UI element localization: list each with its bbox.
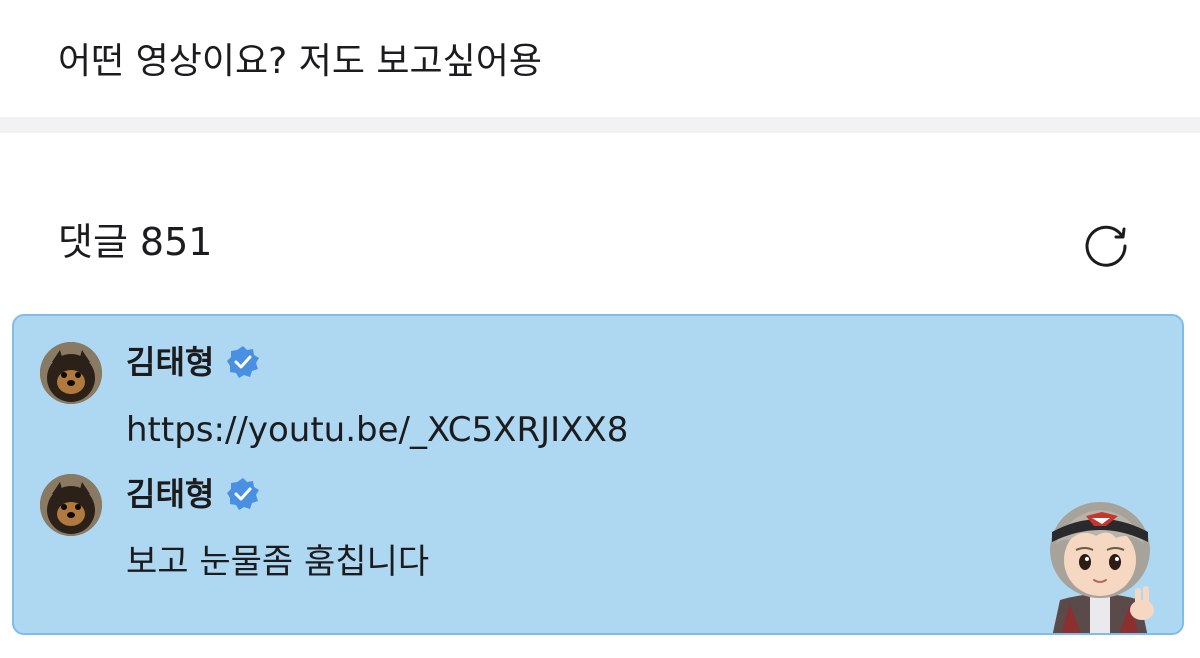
character-sticker — [1030, 492, 1170, 633]
verified-badge-icon — [227, 478, 260, 510]
comment-author[interactable]: 김태형 — [126, 340, 260, 384]
post-text: 어떤 영상이요? 저도 보고싶어용 — [58, 41, 542, 82]
comment-author[interactable]: 김태형 — [126, 472, 260, 516]
avatar[interactable] — [40, 342, 102, 404]
comments-label: 댓글 — [58, 220, 128, 264]
section-divider — [0, 117, 1200, 133]
comment-text[interactable]: 보고 눈물좀 훔칩니다 — [126, 540, 429, 584]
comments-count: 851 — [139, 220, 213, 264]
author-name: 김태형 — [126, 475, 215, 513]
refresh-button[interactable] — [1078, 216, 1134, 272]
highlighted-comment-box: 김태형 https://youtu.be/_XC5XRJIXX8 김태형 보고 … — [12, 314, 1184, 635]
verified-badge-icon — [227, 346, 260, 378]
comments-header: 댓글 851 — [58, 218, 212, 266]
author-name: 김태형 — [126, 343, 215, 381]
avatar[interactable] — [40, 474, 102, 536]
refresh-icon — [1085, 225, 1127, 267]
comment-text[interactable]: https://youtu.be/_XC5XRJIXX8 — [126, 408, 628, 452]
